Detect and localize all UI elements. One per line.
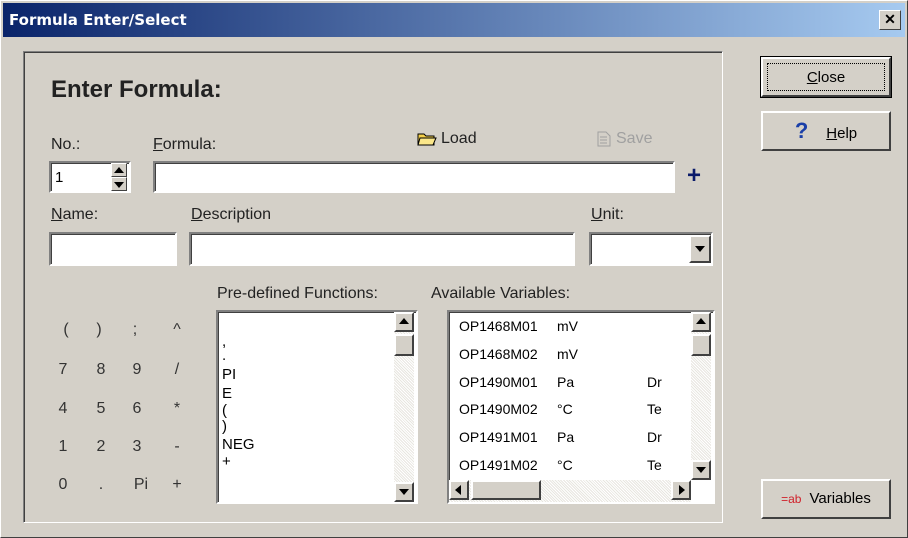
variable-row[interactable]: OP1490M01 Pa Dr [459, 374, 662, 390]
function-item[interactable]: . [222, 348, 392, 365]
keypad-key[interactable]: 3 [127, 438, 147, 456]
name-input[interactable] [49, 232, 177, 266]
help-button[interactable]: ? Help [761, 111, 891, 151]
function-item[interactable]: , [222, 332, 392, 351]
title-bar: Formula Enter/Select ✕ [3, 3, 905, 37]
close-button[interactable]: Close [760, 56, 892, 98]
variables-hscrollbar[interactable] [449, 480, 691, 502]
keypad-key[interactable]: 1 [53, 438, 73, 456]
variables-button-label: Variables [809, 490, 871, 507]
unit-select[interactable] [589, 232, 713, 266]
functions-list[interactable]: , . PI E ( ) NEG + [216, 310, 418, 504]
variable-row[interactable]: OP1491M02 °C Te [459, 457, 662, 473]
arrow-left-icon [455, 485, 461, 495]
variable-row[interactable]: OP1468M01 mV [459, 318, 647, 334]
keypad-key[interactable]: ; [125, 321, 145, 339]
load-label: Load [441, 130, 477, 147]
save-button[interactable]: Save [597, 130, 652, 148]
unit-dropdown-button[interactable] [689, 235, 711, 263]
scroll-thumb[interactable] [394, 334, 414, 356]
no-value: 1 [55, 169, 64, 186]
keypad-key[interactable]: 6 [127, 400, 147, 418]
close-button-label: Close [767, 63, 885, 91]
chevron-down-icon [695, 246, 705, 252]
predefined-functions-label: Pre-defined Functions: [217, 285, 378, 302]
variables-list[interactable]: OP1468M01 mV OP1468M02 mV OP1490M01 Pa Dr OP… [447, 310, 715, 504]
arrow-down-icon [114, 182, 124, 188]
arrow-up-icon [114, 167, 124, 173]
keypad-key[interactable]: ^ [167, 321, 187, 339]
available-variables-label: Available Variables: [431, 285, 571, 302]
window-title: Formula Enter/Select [9, 11, 187, 29]
arrow-down-icon [399, 489, 409, 495]
functions-items: , . PI E ( ) NEG + [222, 332, 392, 470]
scroll-left-button[interactable] [449, 480, 469, 500]
function-item[interactable]: NEG [222, 435, 392, 454]
variables-vscrollbar[interactable] [691, 312, 711, 480]
variable-row[interactable]: OP1490M02 °C Te [459, 401, 662, 417]
variable-row[interactable]: OP1468M02 mV [459, 346, 647, 362]
keypad-key[interactable]: Pi [128, 476, 154, 494]
description-label: Description [191, 206, 272, 223]
window-close-button[interactable]: ✕ [879, 10, 901, 30]
function-item[interactable]: + [222, 454, 392, 470]
keypad-key[interactable]: ) [89, 321, 109, 339]
keypad-key[interactable]: ( [56, 321, 76, 339]
keypad-key[interactable]: 9 [127, 361, 147, 379]
keypad-key[interactable]: . [91, 476, 111, 494]
hscroll-thumb[interactable] [471, 480, 541, 500]
scroll-down-button[interactable] [394, 482, 414, 502]
keypad-key[interactable]: - [167, 438, 187, 456]
function-item[interactable]: PI [222, 365, 392, 384]
keypad-key[interactable]: + [167, 476, 187, 494]
add-formula-button[interactable]: + [687, 162, 701, 190]
keypad-key[interactable]: 4 [53, 400, 73, 418]
load-button[interactable]: Load [417, 130, 477, 148]
keypad-key[interactable]: / [167, 361, 187, 379]
scroll-down-button[interactable] [691, 460, 711, 480]
keypad-key[interactable]: 7 [53, 361, 73, 379]
description-input[interactable] [189, 232, 575, 266]
help-icon: ? [794, 118, 809, 143]
spinner-down-button[interactable] [111, 177, 127, 191]
no-spinner-input[interactable]: 1 [49, 161, 131, 193]
scroll-right-button[interactable] [671, 480, 691, 500]
scroll-up-button[interactable] [691, 312, 711, 332]
keypad-key[interactable]: * [167, 400, 187, 418]
unit-label: Unit: [591, 206, 624, 223]
formula-label: Formula: [153, 136, 217, 153]
arrow-right-icon [679, 485, 685, 495]
function-item[interactable]: ) [222, 419, 392, 435]
arrow-up-icon [696, 318, 706, 324]
arrow-up-icon [399, 318, 409, 324]
variables-button[interactable]: =ab Variables [761, 479, 891, 519]
folder-open-icon [417, 133, 437, 146]
keypad-key[interactable]: 5 [91, 400, 111, 418]
no-label: No.: [51, 136, 81, 153]
formula-dialog: Formula Enter/Select ✕ Enter Formula: No… [0, 0, 908, 538]
variables-icon: =ab [781, 492, 802, 506]
save-doc-icon [597, 131, 611, 147]
spinner-up-button[interactable] [111, 163, 127, 177]
function-item[interactable]: E [222, 384, 392, 403]
keypad-key[interactable]: 0 [53, 476, 73, 494]
variable-row[interactable]: OP1491M01 Pa Dr [459, 429, 662, 445]
arrow-down-icon [696, 467, 706, 473]
formula-input[interactable] [153, 161, 675, 193]
save-label: Save [616, 130, 653, 147]
function-item[interactable]: ( [222, 403, 392, 419]
keypad-key[interactable]: 8 [91, 361, 111, 379]
name-label: Name: [51, 206, 99, 223]
functions-scrollbar[interactable] [394, 312, 414, 502]
keypad-key[interactable]: 2 [91, 438, 111, 456]
scroll-up-button[interactable] [394, 312, 414, 332]
page-title: Enter Formula: [51, 76, 222, 103]
scroll-thumb[interactable] [691, 334, 711, 356]
variables-items: OP1468M01 mV OP1468M02 mV OP1490M01 Pa Dr OP… [449, 312, 689, 480]
